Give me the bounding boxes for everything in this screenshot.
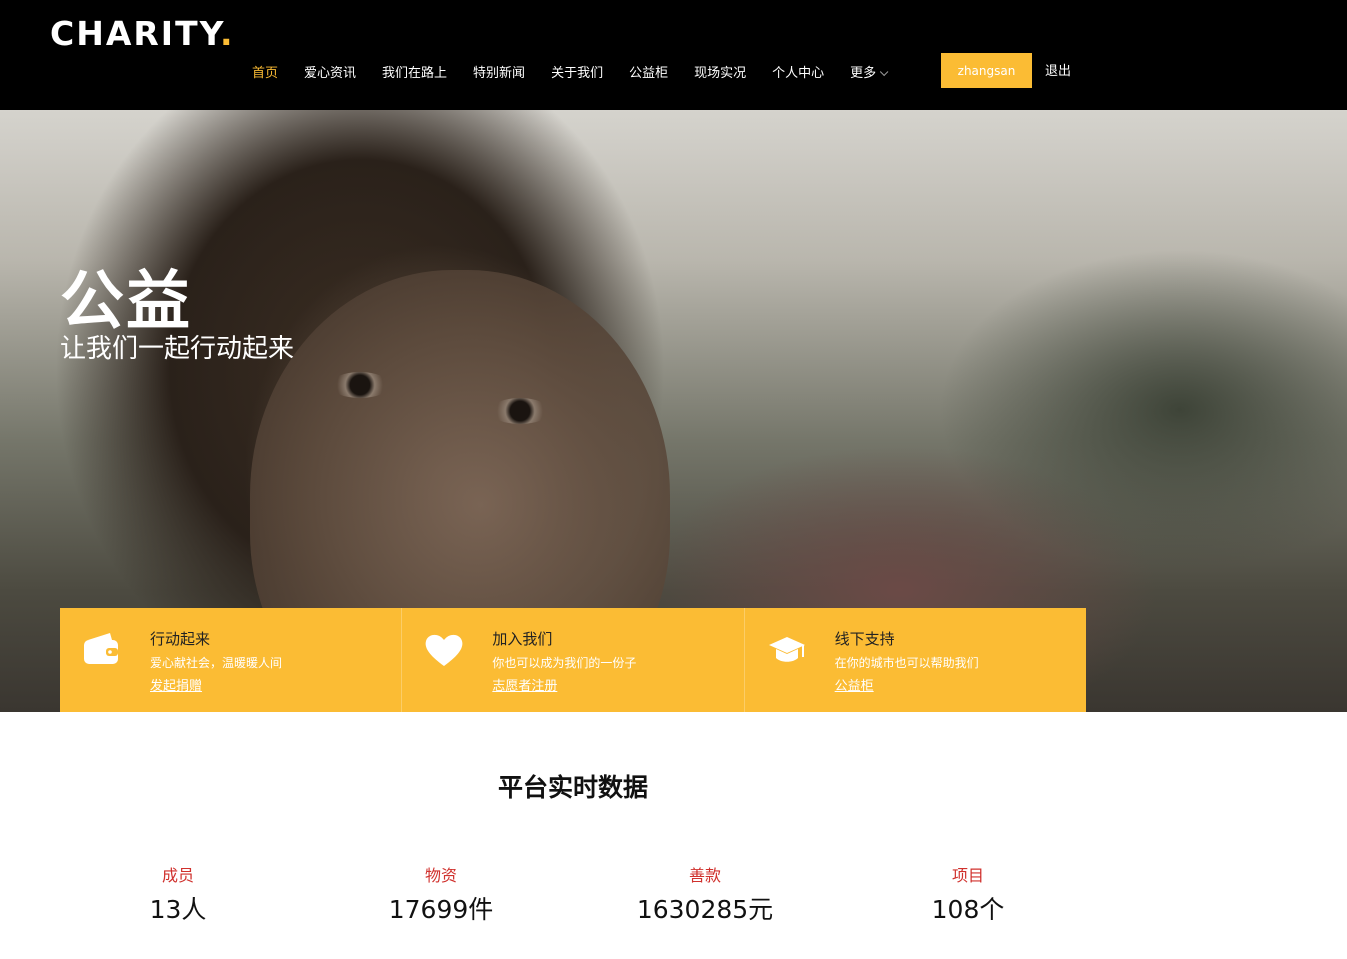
nav-item-on-the-road[interactable]: 我们在路上: [382, 62, 447, 81]
feature-desc: 在你的城市也可以帮助我们: [834, 656, 979, 670]
feature-offline: 线下支持 在你的城市也可以帮助我们 公益柜: [745, 608, 1086, 712]
nav-item-about[interactable]: 关于我们: [551, 62, 603, 81]
stat-members: 成员 13人: [68, 862, 288, 926]
stat-value: 1630285元: [636, 895, 774, 924]
stat-value: 108个: [931, 895, 1005, 924]
heart-icon: [425, 634, 463, 666]
stat-projects: 项目 108个: [858, 862, 1078, 926]
feature-desc: 爱心献社会，温暖暖人间: [150, 656, 283, 670]
volunteer-register-link[interactable]: 志愿者注册: [492, 675, 557, 694]
feature-desc: 你也可以成为我们的一份子: [492, 656, 637, 670]
stat-value: 17699件: [388, 895, 494, 924]
stat-label: 善款: [688, 866, 721, 885]
stat-donations: 善款 1630285元: [595, 862, 815, 926]
wallet-icon: [84, 633, 118, 664]
nav-item-live[interactable]: 现场实况: [694, 62, 746, 81]
logo-text: CHARITY: [50, 14, 221, 53]
nav-item-personal-center[interactable]: 个人中心: [772, 62, 824, 81]
nav-item-news[interactable]: 爱心资讯: [304, 62, 356, 81]
feature-join: 加入我们 你也可以成为我们的一份子 志愿者注册: [402, 608, 745, 712]
feature-strip: 行动起来 爱心献社会，温暖暖人间 发起捐赠 加入我们 你也可以成为我们的一份子 …: [60, 608, 1086, 712]
feature-title: 加入我们: [492, 630, 553, 648]
nav-item-more[interactable]: 更多: [850, 62, 889, 81]
stat-value: 13人: [149, 895, 207, 924]
start-donation-link[interactable]: 发起捐赠: [150, 675, 202, 694]
chevron-down-icon: [880, 67, 889, 76]
site-logo[interactable]: CHARITY.: [50, 14, 235, 53]
logout-link[interactable]: 退出: [1045, 60, 1071, 79]
nav-item-home[interactable]: 首页: [252, 62, 278, 81]
stat-label: 项目: [951, 866, 984, 885]
charity-cabinet-link[interactable]: 公益柜: [835, 675, 874, 694]
nav-item-charity-cabinet[interactable]: 公益柜: [629, 62, 668, 81]
feature-title: 线下支持: [834, 630, 895, 648]
main-nav: 首页 爱心资讯 我们在路上 特别新闻 关于我们 公益柜 现场实况 个人中心 更多: [252, 60, 911, 82]
user-button[interactable]: zhangsan: [941, 53, 1032, 88]
stat-label: 物资: [424, 866, 457, 885]
stat-label: 成员: [161, 866, 194, 885]
nav-item-special-news[interactable]: 特别新闻: [473, 62, 525, 81]
stat-supplies: 物资 17699件: [331, 862, 551, 926]
hero-image-eye-left: [330, 372, 390, 398]
hero-image-eye-right: [490, 398, 550, 424]
logo-dot: .: [220, 14, 235, 53]
hero-subtitle: 让我们一起行动起来: [60, 334, 295, 364]
site-header: CHARITY. 首页 爱心资讯 我们在路上 特别新闻 关于我们 公益柜 现场实…: [0, 0, 1347, 110]
graduation-cap-icon: [768, 637, 805, 662]
feature-donate: 行动起来 爱心献社会，温暖暖人间 发起捐赠: [60, 608, 403, 712]
nav-more-label: 更多: [850, 65, 877, 81]
stats-title: 平台实时数据: [497, 773, 648, 802]
feature-title: 行动起来: [150, 630, 211, 648]
